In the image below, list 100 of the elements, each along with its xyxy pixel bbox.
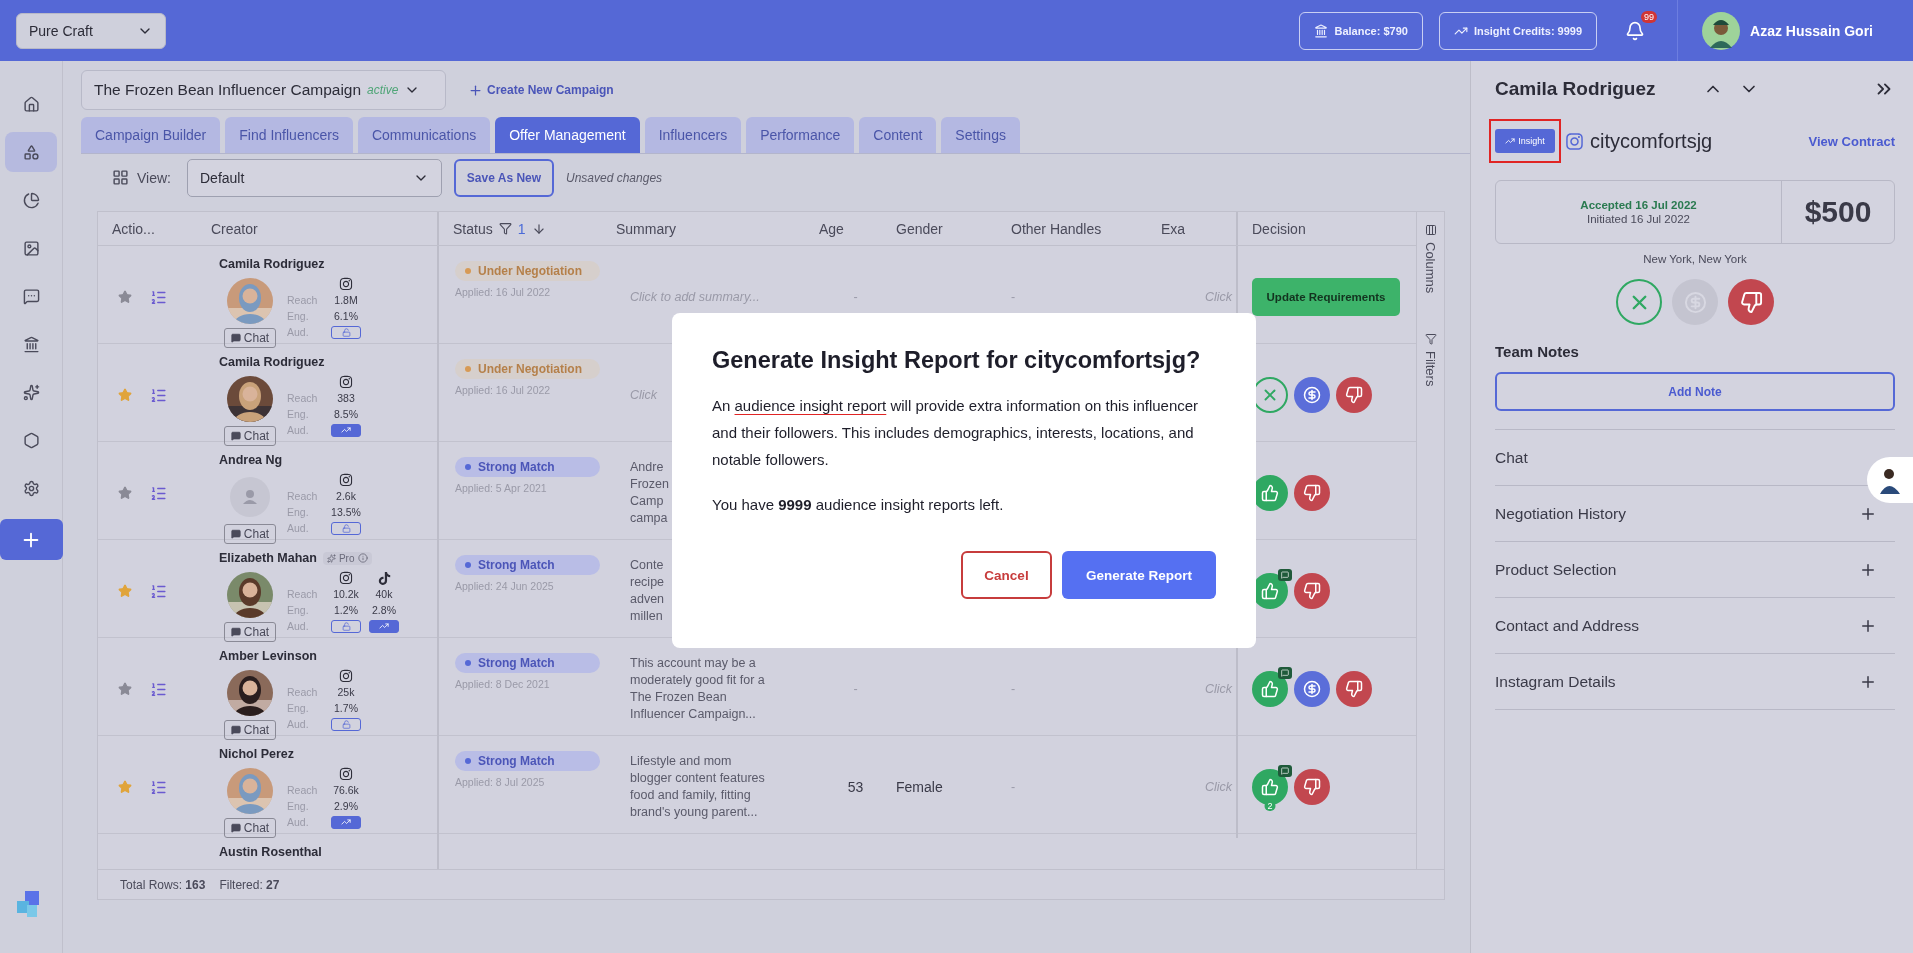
chat-button[interactable]: Chat (223, 818, 277, 838)
insight-button[interactable] (369, 619, 399, 633)
view-select[interactable]: Default (187, 158, 442, 197)
column-header[interactable]: Decision (1252, 220, 1306, 237)
columns-tab[interactable]: Columns (1423, 224, 1438, 294)
chat-button[interactable]: Chat (223, 524, 277, 544)
save-as-new-button[interactable]: Save As New (454, 158, 554, 197)
creator-name: Nichol Perez (219, 747, 295, 761)
accordion-section[interactable]: Contact and Address (1495, 616, 1639, 635)
counter-offer-button[interactable] (1294, 377, 1330, 413)
view-contract-link[interactable]: View Contract (1808, 133, 1895, 149)
filters-tab[interactable]: Filters (1423, 333, 1438, 387)
star-icon[interactable] (118, 486, 132, 500)
reject-button[interactable] (1294, 475, 1330, 511)
column-header[interactable]: Summary (616, 220, 676, 237)
support-chat-bubble[interactable] (1867, 457, 1913, 503)
unlock-button[interactable] (331, 325, 361, 339)
generate-report-button[interactable]: Generate Report (1062, 551, 1216, 599)
column-header[interactable]: Status (453, 220, 493, 237)
unlock-button[interactable] (331, 619, 361, 633)
accordion-section[interactable]: Negotiation History (1495, 504, 1626, 523)
star-icon[interactable] (118, 682, 132, 696)
accordion-section[interactable]: Chat (1495, 448, 1528, 467)
reject-button[interactable] (1336, 671, 1372, 707)
location-text: New York, New York (1642, 253, 1748, 265)
image-icon (22, 239, 40, 257)
counter-offer-button[interactable] (1294, 671, 1330, 707)
trend-icon (1505, 136, 1516, 146)
filter-icon[interactable] (498, 222, 512, 235)
insight-button[interactable] (331, 815, 361, 829)
list-icon[interactable] (150, 778, 167, 796)
sparkles-icon (22, 383, 40, 401)
tab[interactable]: Settings (941, 117, 1020, 153)
tab[interactable]: Communications (357, 117, 491, 153)
cancel-button[interactable]: Cancel (961, 551, 1052, 599)
star-icon[interactable] (118, 388, 132, 402)
accordion-section[interactable]: Product Selection (1495, 560, 1617, 579)
stat-label: Reach (287, 392, 319, 404)
tab[interactable]: Find Influencers (225, 117, 353, 153)
column-header[interactable]: Creator (211, 220, 258, 237)
update-requirements-button[interactable]: Update Requirements (1252, 278, 1400, 316)
tab[interactable]: Offer Management (495, 117, 640, 153)
star-icon[interactable] (118, 780, 132, 794)
report-link[interactable]: audience insight report (734, 397, 887, 414)
accepted-date: Accepted 16 Jul 2022 (1580, 199, 1697, 211)
add-note-button[interactable]: Add Note (1495, 372, 1895, 411)
list-icon[interactable] (150, 680, 167, 698)
insight-button[interactable] (331, 423, 361, 437)
list-icon[interactable] (150, 288, 167, 306)
chat-button[interactable]: Chat (223, 426, 277, 446)
handle-text: citycomfortsjg (1590, 129, 1713, 153)
star-icon[interactable] (118, 290, 132, 304)
create-campaign-link[interactable]: Create New Campaign (462, 81, 620, 99)
approve-button[interactable] (1252, 769, 1288, 805)
reject-button[interactable] (1294, 769, 1330, 805)
bell-icon[interactable] (1625, 20, 1646, 41)
filtered-rows: Filtered: 27 (219, 877, 280, 892)
unlock-button[interactable] (331, 521, 361, 535)
campaign-select[interactable]: The Frozen Bean Influencer Campaign active (81, 70, 446, 110)
creator-name: Elizabeth Mahan (219, 551, 317, 565)
chat-button[interactable]: Chat (223, 328, 277, 348)
trend-icon (379, 621, 389, 631)
filter-icon (1424, 333, 1437, 346)
column-header[interactable]: Age (819, 220, 844, 237)
notes-title: Team Notes (1495, 343, 1580, 360)
list-icon[interactable] (150, 484, 167, 502)
star-icon[interactable] (118, 584, 132, 598)
insight-credits-button[interactable]: Insight Credits: 9999 (1438, 11, 1598, 50)
workspace-select[interactable]: Pure Craft (16, 12, 166, 49)
unlock-button[interactable] (331, 717, 361, 731)
column-header[interactable]: Gender (896, 220, 943, 237)
sort-icon[interactable] (531, 221, 546, 236)
stat-label: Aud. (287, 816, 310, 828)
tab[interactable]: Content (859, 117, 937, 153)
tab[interactable]: Influencers (644, 117, 742, 153)
reject-button[interactable] (1336, 377, 1372, 413)
offer-amount: $500 (1803, 194, 1873, 230)
insight-button[interactable]: Insight (1495, 129, 1555, 153)
reject-button[interactable] (1294, 573, 1330, 609)
list-icon[interactable] (150, 386, 167, 404)
engagement-value: 13.5% (330, 506, 362, 518)
creator-name: Austin Rosenthal (219, 845, 322, 859)
tab[interactable]: Campaign Builder (81, 117, 221, 153)
approve-button[interactable] (1252, 671, 1288, 707)
chat-button[interactable]: Chat (223, 720, 277, 740)
shapes-icon (22, 143, 40, 161)
shapes-nav-button[interactable] (5, 132, 57, 172)
column-header[interactable]: Other Handles (1011, 220, 1102, 237)
stat-label: Aud. (287, 718, 310, 730)
column-header[interactable]: Actio... (112, 220, 155, 237)
chat-button[interactable]: Chat (223, 622, 277, 642)
plus-nav-button[interactable] (0, 519, 63, 560)
balance-button[interactable]: Balance: $790 (1299, 11, 1423, 50)
unlock-icon (341, 523, 351, 533)
tab[interactable]: Performance (746, 117, 855, 153)
summary-text: millen (630, 608, 663, 625)
list-icon[interactable] (150, 582, 167, 600)
column-header[interactable]: Exa (1161, 220, 1186, 237)
accordion-section[interactable]: Instagram Details (1495, 672, 1616, 691)
reject-button[interactable] (1728, 279, 1774, 325)
